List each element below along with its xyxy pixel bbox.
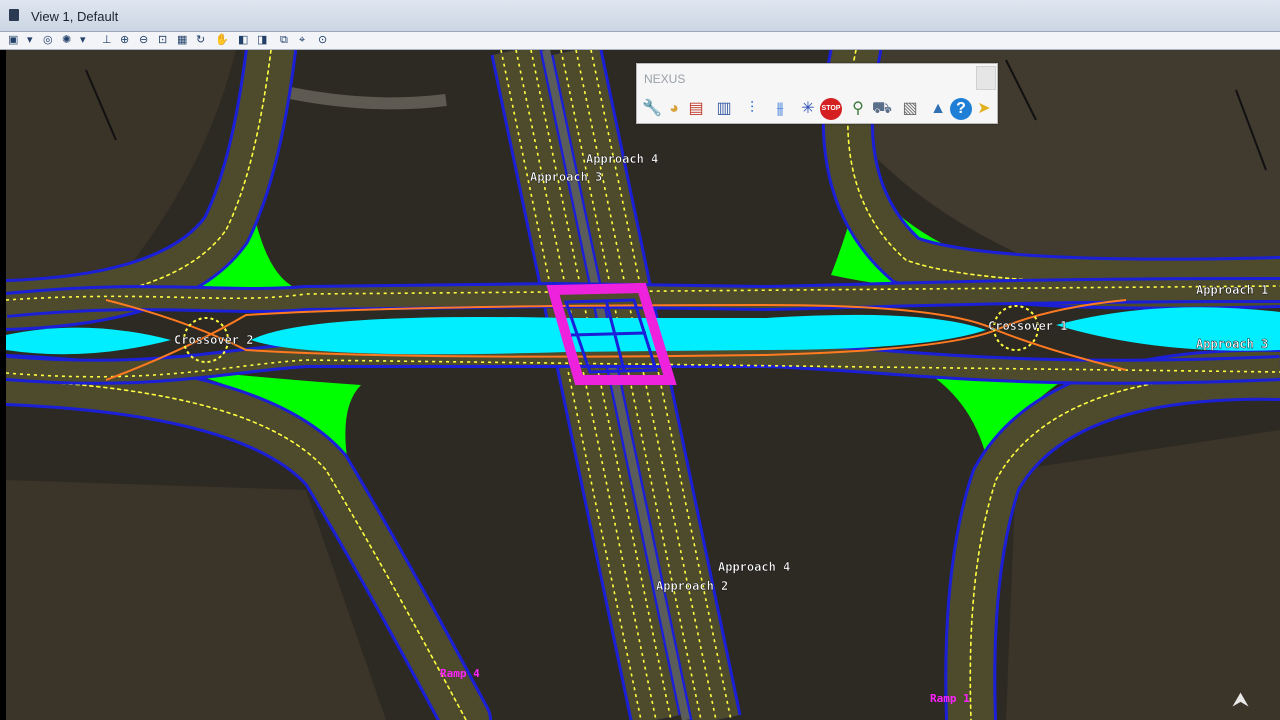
report-icon[interactable]: ▧: [899, 98, 921, 120]
window-title: View 1, Default: [31, 9, 119, 24]
level-display-icon[interactable]: ⊥: [102, 34, 112, 47]
document-icon[interactable]: ▥: [713, 98, 735, 120]
view-settings-icon[interactable]: ⊙: [318, 34, 327, 47]
printer-icon[interactable]: ▤: [685, 98, 707, 120]
exit-arrow-icon[interactable]: ➤: [973, 98, 995, 120]
signal-pole-icon[interactable]: ⚲: [847, 98, 869, 120]
window-titlebar: View 1, Default: [0, 0, 1280, 32]
label-approach4-bottom: Approach 4: [718, 560, 790, 574]
app-icon[interactable]: [9, 9, 19, 21]
display-style-icon[interactable]: ◎: [43, 34, 53, 47]
terrain-field: [1006, 430, 1280, 720]
label-crossover1: Crossover 1: [988, 319, 1067, 333]
pan-view-icon[interactable]: ✋: [215, 34, 229, 47]
dropdown-arrow-icon-2[interactable]: ▾: [80, 34, 86, 47]
label-approach2-bottom: Approach 2: [656, 579, 728, 593]
education-cap-icon[interactable]: ▲: [927, 98, 949, 120]
intersection-icon[interactable]: ✳: [797, 98, 819, 120]
next-view-icon[interactable]: ◨: [257, 34, 267, 47]
merge-lanes-icon[interactable]: ⫵: [769, 98, 791, 120]
label-crossover2: Crossover 2: [174, 333, 253, 347]
wrench-icon[interactable]: 🔧: [641, 98, 663, 120]
stop-sign-icon[interactable]: STOP: [820, 98, 842, 120]
help-icon[interactable]: ?: [950, 98, 972, 120]
close-button[interactable]: [976, 66, 996, 90]
view-attributes-icon[interactable]: ▣: [8, 34, 18, 47]
north-arrow-icon: ⮝: [1232, 689, 1249, 711]
zoom-out-icon[interactable]: ⊖: [139, 34, 148, 47]
truck-icon[interactable]: ⛟: [871, 98, 893, 120]
previous-view-icon[interactable]: ◧: [238, 34, 248, 47]
label-approach3-right: Approach 3: [1196, 337, 1268, 351]
split-lanes-icon[interactable]: ⫶: [741, 98, 763, 120]
dropdown-arrow-icon[interactable]: ▾: [27, 34, 33, 47]
nexus-toolbox[interactable]: NEXUS 🔧 ◕ ▤ ▥ ⫶ ⫵ ✳ STOP ⚲ ⛟ ▧ ▲ ? ➤: [636, 63, 998, 124]
rotate-view-icon[interactable]: ↻: [196, 34, 205, 47]
copy-view-icon[interactable]: ⧉: [280, 34, 288, 47]
window-area-icon[interactable]: ⊡: [158, 34, 167, 47]
label-ramp4: Ramp 4: [440, 667, 480, 680]
zoom-in-icon[interactable]: ⊕: [120, 34, 129, 47]
label-approach3-top: Approach 3: [530, 170, 602, 184]
camera-icon[interactable]: ⌖: [299, 34, 305, 47]
lighting-icon[interactable]: ✺: [62, 34, 71, 47]
fit-view-icon[interactable]: ▦: [177, 34, 187, 47]
map-viewport[interactable]: Approach 4 Approach 3 Approach 4 Approac…: [6, 50, 1280, 720]
view-toolbar: ▣ ▾ ◎ ✺ ▾ ⊥ ⊕ ⊖ ⊡ ▦ ↻ ✋ ◧ ◨ ⧉ ⌖ ⊙: [0, 32, 1280, 50]
nexus-title: NEXUS: [644, 72, 686, 86]
label-approach1-right: Approach 1: [1196, 283, 1268, 297]
label-ramp1: Ramp 1: [930, 692, 970, 705]
label-approach4-top: Approach 4: [586, 152, 658, 166]
palette-icon[interactable]: ◕: [663, 98, 685, 120]
interchange-drawing: Approach 4 Approach 3 Approach 4 Approac…: [6, 50, 1280, 720]
